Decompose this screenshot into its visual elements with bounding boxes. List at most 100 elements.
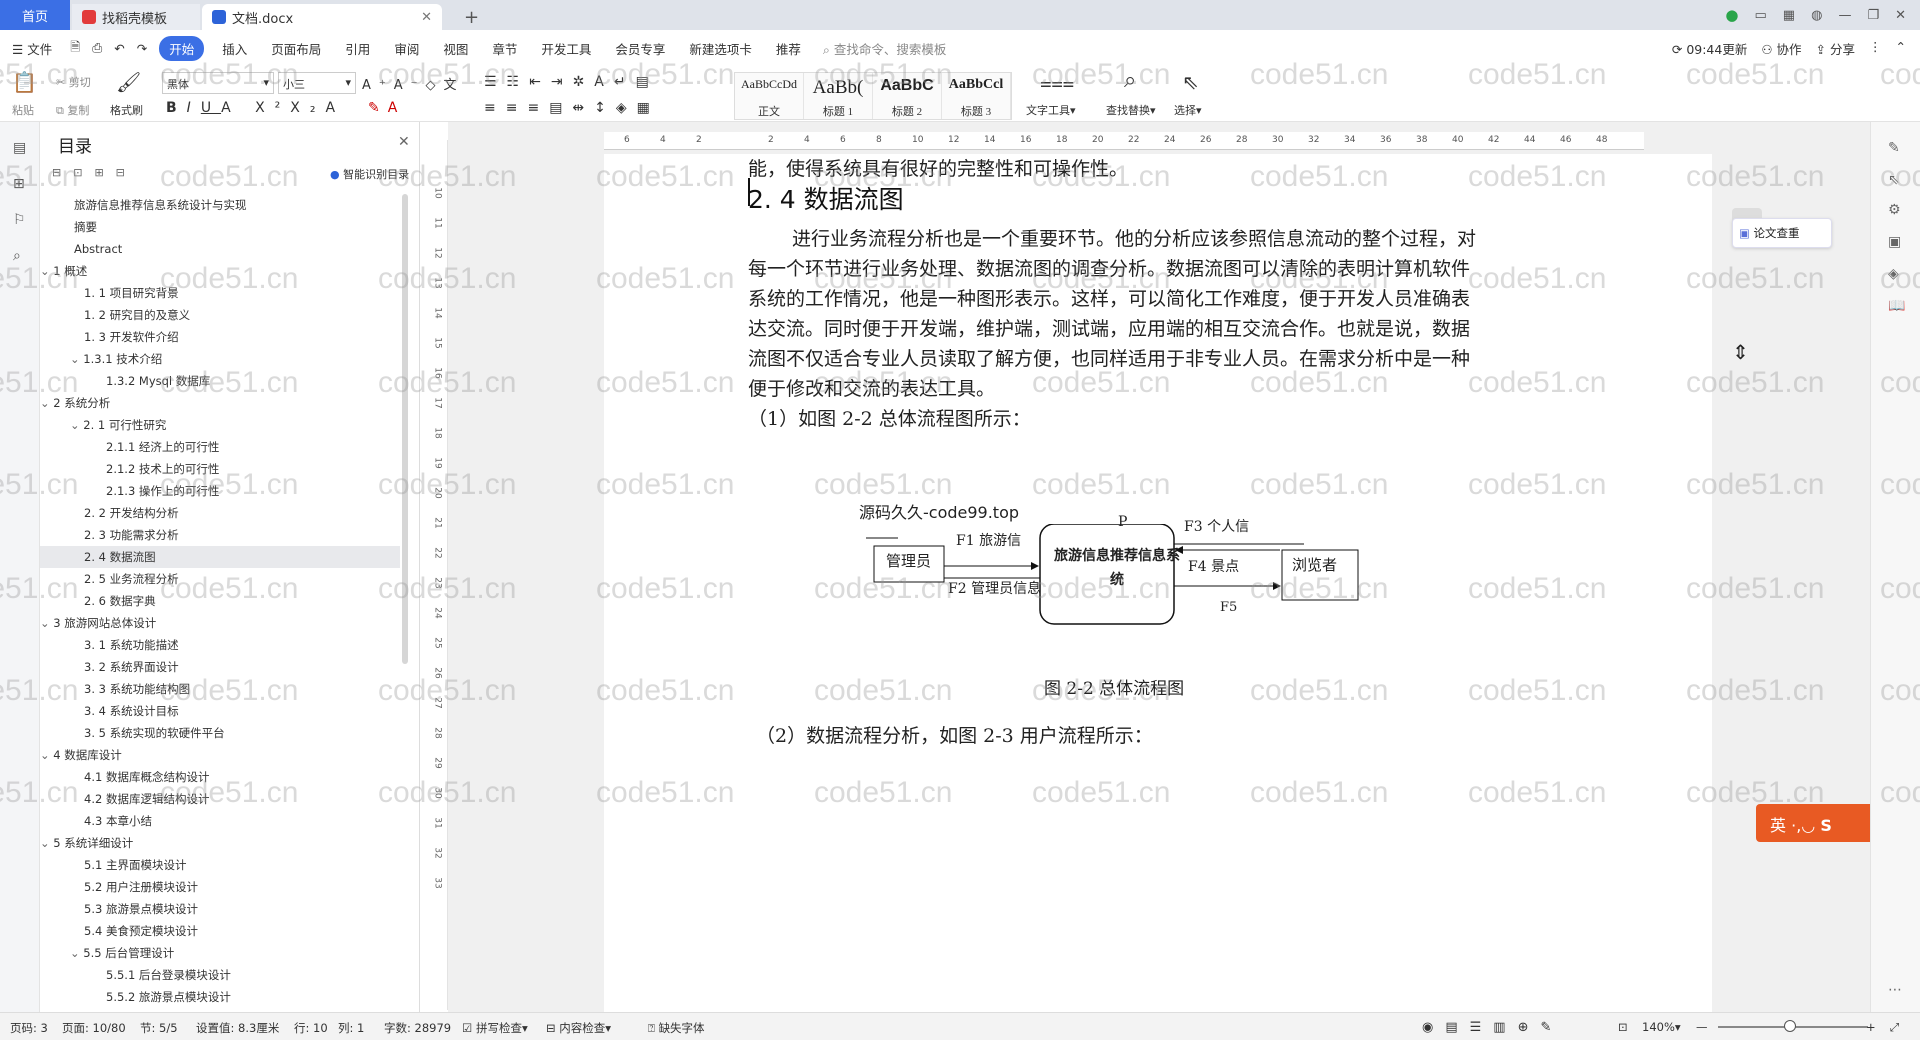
toc-item[interactable]: 1.3.2 Mysql 数据库: [40, 370, 400, 392]
image-icon[interactable]: ▣: [1888, 234, 1901, 250]
pointer-icon[interactable]: ⇖: [1888, 172, 1900, 188]
more-icon[interactable]: ⋮: [1869, 39, 1882, 58]
font-size-select[interactable]: 小三 ▾: [278, 72, 356, 94]
font-grow-shrink[interactable]: A⁺A⁻◇文: [362, 74, 465, 93]
chevron-down-icon[interactable]: ⌄: [40, 264, 53, 278]
toc-item[interactable]: 5.3 旅游景点模块设计: [40, 898, 400, 920]
collapse-icon[interactable]: ⌃: [1896, 39, 1906, 58]
toc-item[interactable]: 5.1 主界面模块设计: [40, 854, 400, 876]
toc-item[interactable]: 1. 1 项目研究背景: [40, 282, 400, 304]
toc-item[interactable]: 1. 2 研究目的及意义: [40, 304, 400, 326]
search-icon[interactable]: ⌕: [13, 248, 29, 264]
paste-label[interactable]: 粘贴: [12, 102, 34, 118]
toc-item[interactable]: 4.2 数据库逻辑结构设计: [40, 788, 400, 810]
collab-button[interactable]: ⚇ 协作: [1761, 39, 1801, 58]
toc-item[interactable]: 4.3 本章小结: [40, 810, 400, 832]
font-name-select[interactable]: 黑体 ▾: [162, 72, 274, 94]
text-tool-label[interactable]: 文字工具▾: [1026, 102, 1076, 118]
compass-icon[interactable]: ◈: [1888, 266, 1899, 282]
align-buttons[interactable]: ≡≡≡▤⇹↕◈▦: [484, 100, 660, 116]
chevron-down-icon[interactable]: ⌄: [40, 396, 53, 410]
style-heading-2[interactable]: AaBbC 标题 2: [873, 73, 942, 119]
layout-icon[interactable]: ▭: [1755, 8, 1767, 23]
toc-item[interactable]: 2. 5 业务流程分析: [40, 568, 400, 590]
copy-button[interactable]: ⧉ 复制: [56, 102, 89, 118]
menu-file[interactable]: ☰ 文件: [0, 39, 64, 58]
tab-template[interactable]: 找稻壳模板: [72, 4, 200, 30]
menu-recommend[interactable]: 推荐: [764, 39, 813, 58]
chevron-down-icon[interactable]: ⌄: [70, 352, 83, 366]
toc-item[interactable]: 5.5.2 旅游景点模块设计: [40, 986, 400, 1008]
toc-item[interactable]: 3. 4 系统设计目标: [40, 700, 400, 722]
more-dots-icon[interactable]: ⋯: [1888, 982, 1902, 998]
toc-item[interactable]: 3. 2 系统界面设计: [40, 656, 400, 678]
pen-icon[interactable]: ✎: [1888, 140, 1900, 156]
toc-item[interactable]: ⌄ 1.3.1 技术介绍: [40, 348, 400, 370]
list-buttons[interactable]: ☰☷⇤⇥✲A↵▤: [484, 74, 659, 90]
toc-item[interactable]: ⌄ 4 数据库设计: [40, 744, 400, 766]
ime-indicator[interactable]: 英 ·,◡ S: [1756, 804, 1870, 842]
add-heading-icon[interactable]: ⊞: [94, 166, 103, 179]
format-painter-icon[interactable]: 🖌: [116, 70, 141, 94]
redo-icon[interactable]: ↷: [131, 41, 153, 56]
style-heading-3[interactable]: AaBbCcl 标题 3: [942, 73, 1011, 119]
tab-home[interactable]: 首页: [0, 0, 70, 30]
toc-item[interactable]: ⌄ 1 概述: [40, 260, 400, 282]
content-check-button[interactable]: ⊟ 内容检查▾: [546, 1020, 611, 1036]
toc-item[interactable]: 3. 5 系统实现的软硬件平台: [40, 722, 400, 744]
toc-item[interactable]: 旅游信息推荐信息系统设计与实现: [40, 194, 400, 216]
horizontal-ruler[interactable]: 6 4 2 2 4 6 8 10 12 14 16 18 20 22 24 26 28 30 32 34 36 38 40 4…: [604, 132, 1644, 150]
style-normal[interactable]: AaBbCcDd 正文: [735, 73, 804, 119]
missing-font-button[interactable]: ⍰ 缺失字体: [648, 1020, 705, 1036]
menu-start[interactable]: 开始: [159, 35, 205, 61]
menu-insert[interactable]: 插入: [210, 39, 259, 58]
toc-scrollbar[interactable]: [402, 194, 408, 664]
command-search[interactable]: ⌕ 查找命令、搜索模板: [823, 39, 947, 58]
toc-item[interactable]: 5.2 用户注册模块设计: [40, 876, 400, 898]
grid-icon[interactable]: ▦: [1783, 8, 1795, 23]
toc-item[interactable]: 5.4 美食预定模块设计: [40, 920, 400, 942]
toc-item[interactable]: ⌄ 5.5 后台管理设计: [40, 942, 400, 964]
paste-icon[interactable]: 📋: [12, 70, 37, 94]
toc-item[interactable]: 3. 3 系统功能结构图: [40, 678, 400, 700]
menu-review[interactable]: 审阅: [382, 39, 431, 58]
close-window-icon[interactable]: ✕: [1895, 8, 1906, 23]
minimize-icon[interactable]: —: [1838, 8, 1851, 23]
toc-item[interactable]: 1. 3 开发软件介绍: [40, 326, 400, 348]
chevron-down-icon[interactable]: ⌄: [40, 836, 53, 850]
undo-icon[interactable]: ↶: [108, 41, 130, 56]
tab-document[interactable]: 文档.docx ✕: [202, 4, 442, 30]
status-page[interactable]: 页面: 10/80: [62, 1020, 126, 1036]
select-icon[interactable]: ⇖: [1182, 70, 1199, 94]
close-panel-icon[interactable]: ✕: [398, 134, 410, 150]
toc-item[interactable]: ⌄ 2 系统分析: [40, 392, 400, 414]
zoom-in-button[interactable]: +: [1866, 1020, 1876, 1034]
remove-heading-icon[interactable]: ⊟: [116, 166, 125, 179]
toc-item[interactable]: 2. 4 数据流图: [40, 546, 400, 568]
toc-item[interactable]: 3. 1 系统功能描述: [40, 634, 400, 656]
new-tab-button[interactable]: +: [444, 4, 499, 30]
paper-check-button[interactable]: ▣ 论文查重: [1732, 218, 1832, 248]
spell-check-button[interactable]: ☑ 拼写检查▾: [462, 1020, 528, 1036]
toc-item[interactable]: 5.5.1 后台登录模块设计: [40, 964, 400, 986]
text-tool-icon[interactable]: ⩶: [1040, 70, 1074, 94]
toc-item[interactable]: 2.1.2 技术上的可行性: [40, 458, 400, 480]
toc-item[interactable]: 2. 3 功能需求分析: [40, 524, 400, 546]
highlight-font-color[interactable]: ✎A: [368, 100, 405, 116]
expand-all-icon[interactable]: ⊡: [73, 166, 82, 179]
zoom-out-button[interactable]: —: [1696, 1020, 1708, 1034]
view-mode-icons[interactable]: ◉▤☰▥⊕✎: [1422, 1020, 1563, 1035]
share-button[interactable]: ⇪ 分享: [1816, 39, 1855, 58]
collapse-all-icon[interactable]: ⊟: [52, 166, 61, 179]
menu-chapter[interactable]: 章节: [480, 39, 529, 58]
toc-item[interactable]: 2.1.3 操作上的可行性: [40, 480, 400, 502]
toc-item[interactable]: Abstract: [40, 238, 400, 260]
smart-toc-button[interactable]: ● 智能识别目录: [330, 166, 409, 182]
chevron-down-icon[interactable]: ⌄: [70, 946, 83, 960]
menu-devtools[interactable]: 开发工具: [529, 39, 603, 58]
settings-icon[interactable]: ⚙: [1888, 202, 1901, 218]
menu-layout[interactable]: 页面布局: [259, 39, 333, 58]
chevron-down-icon[interactable]: ⌄: [70, 418, 83, 432]
text-format-buttons[interactable]: BIUA X²X₂A: [166, 100, 345, 116]
menu-reference[interactable]: 引用: [333, 39, 382, 58]
